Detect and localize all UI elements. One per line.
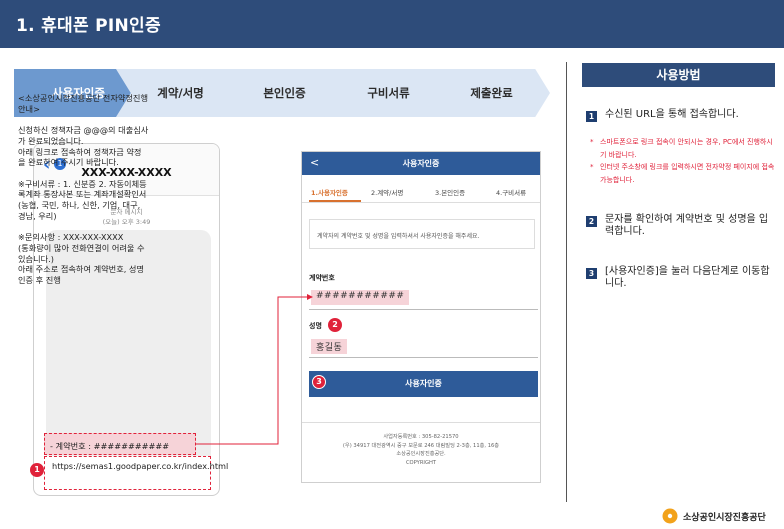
tab-documents[interactable]: 4.구비서류 [496,187,526,197]
org-logo-icon [662,508,678,524]
step-label: 본인인증 [263,86,306,100]
footer-biz-number: 사업자등록번호 : 305-82-21570 [383,434,459,440]
step-complete: 제출완료 [427,69,550,117]
marker-3: 3 [312,375,326,389]
instruction-box: 계약자의 계약번호 및 성명을 입력하셔서 사용자인증을 해주세요. [309,219,535,249]
contract-number-field[interactable]: ########### [311,290,410,305]
org-logo: 소상공인시장진흥공단 [662,507,780,525]
web-footer: 사업자등록번호 : 305-82-21570 (우) 34917 대전광역시 중… [302,422,540,467]
tab-identity[interactable]: 3.본인인증 [435,187,465,197]
marker-1: 1 [30,463,44,477]
footer-address: (우) 34917 대전광역시 중구 보문로 246 대림빌딩 2-3층, 11… [342,442,500,449]
footer-org: 소상공인시장진흥공단. [396,451,446,457]
step-identity: 본인인증 [220,69,343,117]
marker-2: 2 [328,318,342,332]
step-number: 3 [586,268,597,279]
sms-link[interactable]: https://semas1.goodpaper.co.kr/index.htm… [52,461,228,472]
note-bullet: * [590,163,594,171]
contract-label: 계약번호 [309,274,335,282]
note-item: * 인터넷 주소창에 링크를 입력하시면 전자약정 페이지에 접속 가능합니다. [590,161,776,186]
vertical-divider [566,62,567,502]
web-title: 사용자인증 [402,159,440,168]
contract-field-underline [309,309,538,310]
usage-notes: * 스마트폰으로 링크 접속이 안되시는 경우, PC에서 진행하시기 바랍니다.… [590,136,776,186]
web-topbar: < 사용자인증 [302,152,540,175]
note-text: 스마트폰으로 링크 접속이 안되시는 경우, PC에서 진행하시기 바랍니다. [600,138,773,159]
step-text: 수신된 URL을 통해 접속합니다. [605,109,739,120]
step-label: 구비서류 [367,86,410,100]
step-text: [사용자인증]을 눌러 다음단계로 이동합니다. [605,266,770,289]
page-title: 1. 휴대폰 PIN인증 [16,16,161,36]
step-label: 제출완료 [470,86,513,100]
message-body: <소상공인시장진흥공단 전자약정진행 안내> 신청하신 정책자금 @@@의 대출… [18,93,149,285]
org-name: 소상공인시장진흥공단 [683,513,766,523]
tab-user-auth[interactable]: 1.사용자인증 [311,187,348,197]
account-number-line: - 계약번호 : ########### [50,441,170,451]
web-tabs: 1.사용자인증 2.계약/서명 3.본인인증 4.구비서류 [302,181,540,203]
name-label: 성명 [309,322,322,330]
name-field-underline [309,357,538,358]
active-tab-indicator [309,200,361,202]
page-header: 1. 휴대폰 PIN인증 [0,0,784,48]
tab-contract[interactable]: 2.계약/서명 [371,187,403,197]
step-number: 1 [586,111,597,122]
step-documents: 구비서류 [324,69,447,117]
step-number: 2 [586,216,597,227]
usage-title: 사용방법 [582,63,775,87]
note-bullet: * [590,138,594,146]
web-auth-screen: < 사용자인증 1.사용자인증 2.계약/서명 3.본인인증 4.구비서류 계약… [301,151,541,483]
name-field[interactable]: 홍길동 [311,339,348,354]
footer-copyright: COPYRIGHT [405,459,437,466]
step-text: 문자를 확인하여 계약번호 및 성명을 입력합니다. [605,214,769,237]
note-text: 인터넷 주소창에 링크를 입력하시면 전자약정 페이지에 접속 가능합니다. [600,163,775,184]
note-item: * 스마트폰으로 링크 접속이 안되시는 경우, PC에서 진행하시기 바랍니다. [590,136,776,161]
user-auth-button[interactable]: 사용자인증 [309,371,538,397]
